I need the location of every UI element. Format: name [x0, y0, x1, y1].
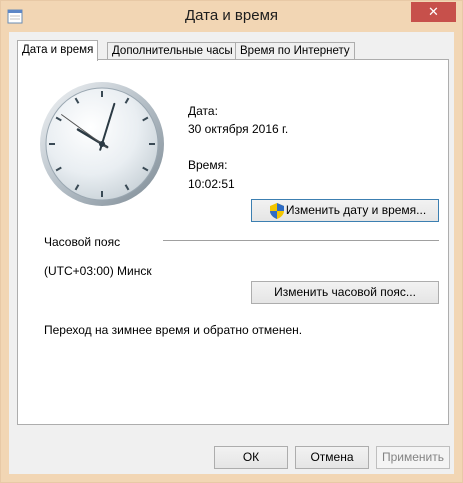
date-time-window: Дата и время ✕ Дата и время Дополнительн…: [0, 0, 463, 483]
date-value: 30 октября 2016 г.: [188, 122, 289, 136]
dst-note: Переход на зимнее время и обратно отмене…: [44, 323, 303, 337]
tab-additional-clocks[interactable]: Дополнительные часы: [107, 42, 238, 60]
change-timezone-button[interactable]: Изменить часовой пояс...: [251, 281, 439, 304]
analog-clock: [40, 82, 164, 206]
title-bar[interactable]: Дата и время ✕: [1, 1, 462, 32]
clock-center: [99, 141, 105, 147]
ok-button[interactable]: ОК: [214, 446, 288, 469]
uac-shield-icon: [270, 203, 284, 219]
time-label: Время:: [188, 158, 228, 172]
tab-panel: Дата: 30 октября 2016 г. Время: 10:02:51…: [17, 59, 449, 425]
tab-internet-time[interactable]: Время по Интернету: [235, 42, 355, 60]
timezone-section-label: Часовой пояс: [44, 235, 121, 249]
window-title: Дата и время: [184, 7, 279, 24]
timezone-separator: [163, 240, 439, 241]
change-date-time-label: Изменить дату и время...: [285, 203, 427, 217]
change-date-time-button[interactable]: Изменить дату и время...: [251, 199, 439, 222]
cancel-button[interactable]: Отмена: [295, 446, 369, 469]
date-label: Дата:: [188, 104, 218, 118]
apply-button[interactable]: Применить: [376, 446, 450, 469]
close-button[interactable]: ✕: [411, 2, 456, 22]
tab-date-time[interactable]: Дата и время: [17, 40, 99, 61]
window-client: Дата и время Дополнительные часы Время п…: [9, 32, 454, 474]
close-icon: ✕: [428, 4, 439, 19]
timezone-value: (UTC+03:00) Минск: [44, 264, 152, 278]
time-value: 10:02:51: [188, 177, 235, 191]
